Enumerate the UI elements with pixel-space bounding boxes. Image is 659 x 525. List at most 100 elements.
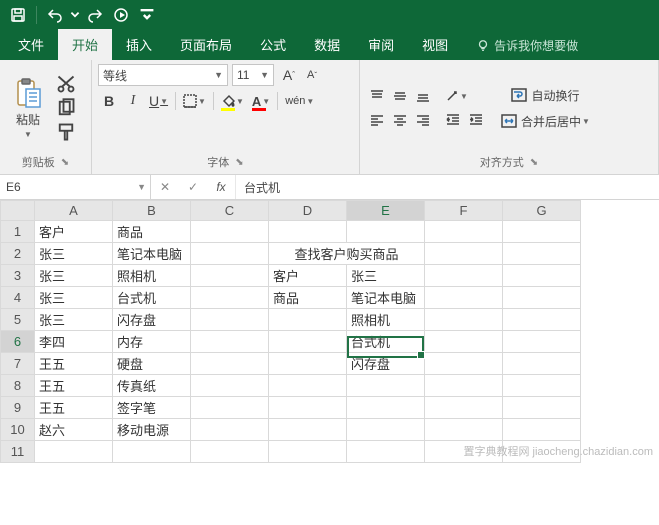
cell[interactable] (191, 243, 269, 265)
undo-dropdown-icon[interactable] (69, 3, 81, 27)
cell[interactable]: 李四 (35, 331, 113, 353)
worksheet-grid[interactable]: A B C D E F G 1 客户 商品 2 张三 笔记本电脑 查找客户购买商… (0, 200, 659, 463)
cell[interactable] (425, 419, 503, 441)
cell[interactable] (425, 397, 503, 419)
cell[interactable] (191, 441, 269, 463)
border-button[interactable]: ▼ (180, 90, 209, 112)
row-header[interactable]: 11 (1, 441, 35, 463)
cell[interactable]: 张三 (35, 265, 113, 287)
cancel-button[interactable]: ✕ (151, 180, 179, 194)
tab-file[interactable]: 文件 (4, 29, 58, 60)
row-header[interactable]: 1 (1, 221, 35, 243)
tab-page-layout[interactable]: 页面布局 (166, 29, 246, 60)
row-header[interactable]: 2 (1, 243, 35, 265)
cell[interactable] (269, 353, 347, 375)
cell[interactable] (191, 331, 269, 353)
cell[interactable]: 传真纸 (113, 375, 191, 397)
wrap-text-button[interactable]: 自动换行 (495, 84, 596, 106)
fx-button[interactable]: fx (207, 180, 235, 194)
cell[interactable] (191, 265, 269, 287)
cell[interactable]: 张三 (35, 287, 113, 309)
row-header[interactable]: 4 (1, 287, 35, 309)
cell[interactable]: 硬盘 (113, 353, 191, 375)
cell[interactable] (503, 419, 581, 441)
cell[interactable]: 客户 (269, 265, 347, 287)
cell[interactable]: 台式机 (113, 287, 191, 309)
cell[interactable] (269, 441, 347, 463)
row-header[interactable]: 8 (1, 375, 35, 397)
cell[interactable] (191, 353, 269, 375)
cell[interactable]: 赵六 (35, 419, 113, 441)
cell[interactable] (503, 309, 581, 331)
col-header-C[interactable]: C (191, 201, 269, 221)
cell[interactable] (191, 397, 269, 419)
tab-view[interactable]: 视图 (408, 29, 462, 60)
cell[interactable] (191, 287, 269, 309)
cell[interactable] (347, 375, 425, 397)
orientation-button[interactable]: ▼ (442, 85, 471, 107)
tab-home[interactable]: 开始 (58, 29, 112, 60)
cell[interactable] (425, 353, 503, 375)
bold-button[interactable]: B (98, 90, 120, 112)
cell[interactable]: 移动电源 (113, 419, 191, 441)
cell[interactable] (347, 441, 425, 463)
cell[interactable] (503, 375, 581, 397)
fill-color-button[interactable]: ▼ (218, 90, 247, 112)
row-header[interactable]: 10 (1, 419, 35, 441)
row-header[interactable]: 9 (1, 397, 35, 419)
cell[interactable]: 签字笔 (113, 397, 191, 419)
cell[interactable] (269, 375, 347, 397)
cell[interactable] (113, 441, 191, 463)
cell[interactable]: 商品 (113, 221, 191, 243)
align-left-button[interactable] (366, 109, 388, 131)
cell[interactable] (269, 397, 347, 419)
font-name-combo[interactable]: 等线▼ (98, 64, 228, 86)
tab-formulas[interactable]: 公式 (246, 29, 300, 60)
resume-icon[interactable] (109, 3, 133, 27)
clipboard-dialog-launcher[interactable]: ⬊ (61, 157, 69, 168)
name-box[interactable]: E6▼ (0, 175, 151, 199)
font-dialog-launcher[interactable]: ⬊ (235, 157, 243, 168)
cell[interactable]: 内存 (113, 331, 191, 353)
cell[interactable] (191, 375, 269, 397)
decrease-font-button[interactable]: Aˇ (301, 64, 323, 86)
col-header-D[interactable]: D (269, 201, 347, 221)
copy-button[interactable] (56, 98, 76, 118)
cell[interactable]: 张三 (35, 309, 113, 331)
font-color-button[interactable]: A▼ (249, 90, 273, 112)
cell[interactable] (269, 309, 347, 331)
row-header[interactable]: 5 (1, 309, 35, 331)
cell-active[interactable]: 台式机 (347, 331, 425, 353)
merge-center-button[interactable]: 合并后居中 ▼ (495, 110, 596, 132)
cell[interactable]: 笔记本电脑 (113, 243, 191, 265)
cell[interactable]: 王五 (35, 353, 113, 375)
cut-button[interactable] (56, 74, 76, 94)
save-icon[interactable] (6, 3, 30, 27)
cell[interactable] (503, 221, 581, 243)
cell[interactable] (425, 375, 503, 397)
phonetic-button[interactable]: wén▼ (282, 90, 317, 112)
cell[interactable] (425, 309, 503, 331)
tab-insert[interactable]: 插入 (112, 29, 166, 60)
cell[interactable] (191, 419, 269, 441)
undo-icon[interactable] (43, 3, 67, 27)
align-center-button[interactable] (389, 109, 411, 131)
cell[interactable] (269, 221, 347, 243)
col-header-E[interactable]: E (347, 201, 425, 221)
align-dialog-launcher[interactable]: ⬊ (530, 157, 538, 168)
cell[interactable] (503, 265, 581, 287)
cell[interactable]: 照相机 (113, 265, 191, 287)
cell[interactable]: 王五 (35, 375, 113, 397)
tell-me-search[interactable]: 告诉我你想要做 (468, 31, 586, 60)
decrease-indent-button[interactable] (442, 109, 464, 131)
cell[interactable] (425, 287, 503, 309)
cell[interactable] (425, 265, 503, 287)
format-painter-button[interactable] (56, 122, 76, 142)
increase-font-button[interactable]: Aˆ (278, 64, 300, 86)
cell[interactable] (503, 331, 581, 353)
row-header[interactable]: 6 (1, 331, 35, 353)
cell[interactable] (503, 243, 581, 265)
col-header-B[interactable]: B (113, 201, 191, 221)
row-header[interactable]: 7 (1, 353, 35, 375)
redo-icon[interactable] (83, 3, 107, 27)
